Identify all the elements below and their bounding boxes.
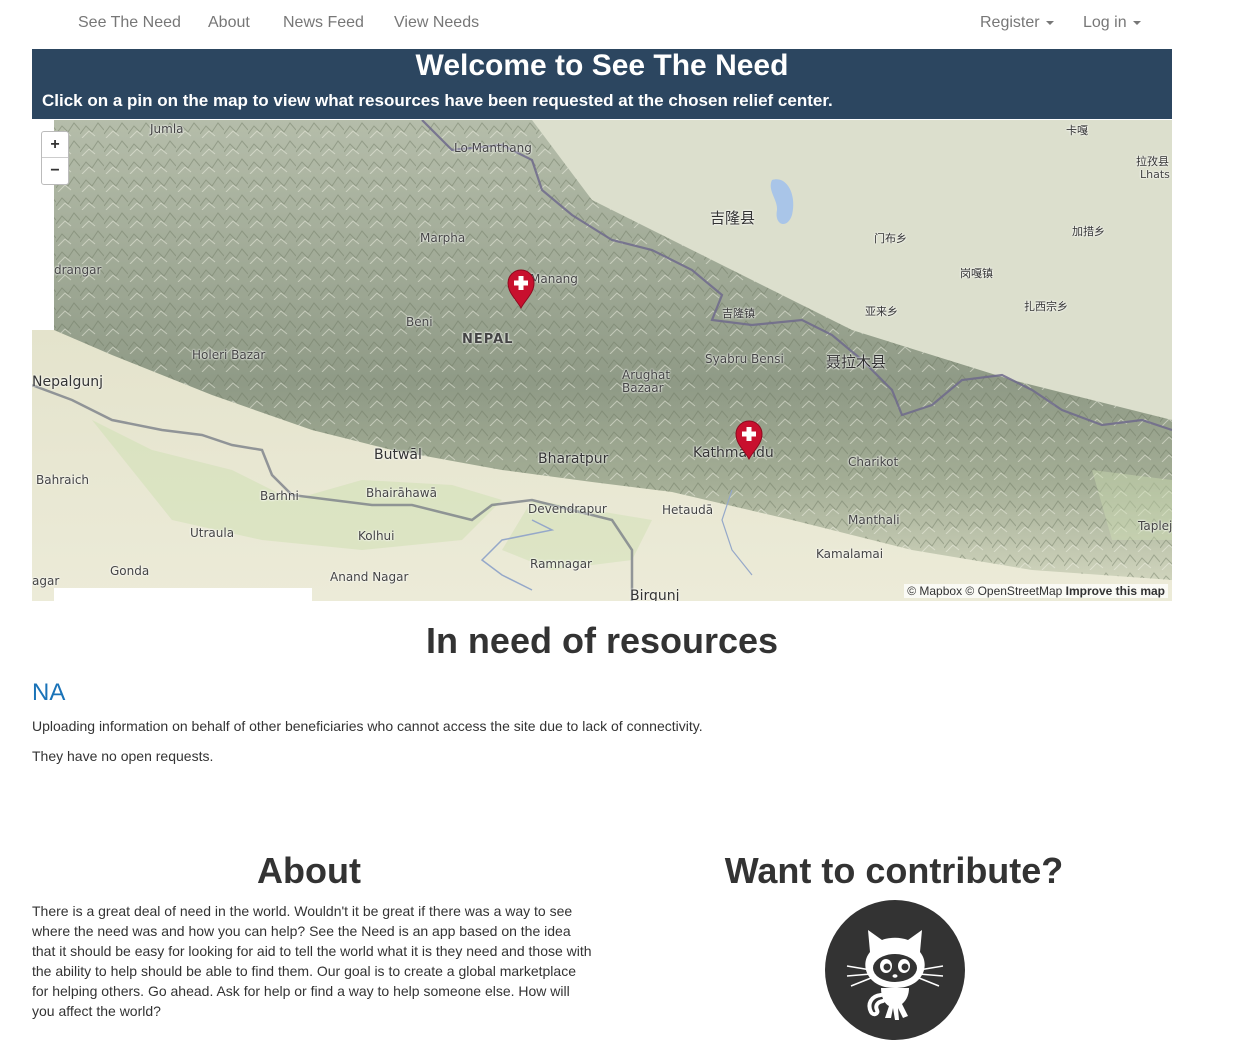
map-label-gonda: Gonda — [110, 564, 150, 578]
about-title: About — [257, 850, 361, 891]
map-label-utraula: Utraula — [190, 526, 235, 540]
map-label-dranagar: drangar — [54, 263, 102, 277]
register-label: Register — [980, 14, 1040, 31]
map-label-charikot: Charikot — [848, 455, 899, 469]
nav-news-feed[interactable]: News Feed — [283, 14, 364, 32]
map-label-lhats: Lhats — [1140, 168, 1170, 181]
about-text: There is a great deal of need in the wor… — [32, 903, 592, 1019]
improve-map-link[interactable]: Improve this map — [1066, 584, 1165, 598]
map-pin-icon — [507, 269, 535, 309]
map-label-devendrapur: Devendrapur — [528, 502, 607, 516]
github-octocat-icon — [846, 930, 944, 1020]
attribution-text: © Mapbox © OpenStreetMap — [907, 584, 1063, 598]
map-label-nielamu: 聂拉木县 — [826, 353, 887, 371]
map-label-beni: Beni — [406, 315, 433, 329]
map-pin-icon — [735, 420, 763, 460]
open-requests-status: They have no open requests. — [32, 748, 214, 764]
nav-view-needs[interactable]: View Needs — [394, 14, 479, 32]
map-label-zhaxi: 扎西宗乡 — [1024, 300, 1068, 313]
relief-map[interactable]: Jumla Lo Manthang Marpha drangar Manang … — [32, 120, 1172, 601]
relief-center-description: Uploading information on behalf of other… — [32, 718, 703, 734]
caret-down-icon — [1045, 20, 1054, 25]
map-label-manthali: Manthali — [848, 513, 900, 527]
map-label-barhni: Barhni — [260, 489, 299, 503]
map-label-hetauda: Hetaudā — [662, 503, 714, 517]
navbar: See The Need About News Feed View Needs … — [0, 0, 1240, 48]
map-label-manang: Manang — [530, 272, 578, 286]
map-label-bharatpur: Bharatpur — [538, 451, 609, 467]
map-label-jiacuo: 加措乡 — [1072, 225, 1105, 238]
banner-title: Welcome to See The Need — [415, 49, 789, 82]
login-dropdown[interactable]: Log in — [1083, 14, 1141, 32]
map-label-kolhui: Kolhui — [358, 529, 395, 543]
zoom-out-button[interactable]: − — [42, 158, 68, 184]
zoom-in-button[interactable]: + — [42, 132, 68, 158]
map-label-agar: agar — [32, 574, 60, 588]
map-label-bahraich: Bahraich — [36, 473, 90, 487]
contribute-title: Want to contribute? — [724, 850, 1064, 891]
map-label-nepalgunj: Nepalgunj — [32, 374, 103, 390]
map-label-yaping: 亚来乡 — [865, 305, 898, 318]
map-label-bhairahawa: Bhairāhawā — [366, 486, 437, 500]
caret-down-icon — [1132, 20, 1141, 25]
register-dropdown[interactable]: Register — [980, 14, 1054, 32]
map-attribution: © Mapbox © OpenStreetMap Improve this ma… — [904, 584, 1168, 598]
relief-center-pin[interactable] — [734, 420, 764, 460]
map-label-syabru-bensi: Syabru Bensi — [705, 352, 784, 366]
map-label-butwal: Butwāl — [374, 447, 422, 463]
map-label-jumla: Jumla — [150, 122, 184, 136]
relief-center-pin[interactable] — [506, 269, 536, 309]
map-label-anand-nagar: Anand Nagar — [330, 570, 409, 584]
map-label-ramnagar: Ramnagar — [530, 557, 592, 571]
map-label-taplej: Taplej — [1138, 519, 1172, 533]
nav-about[interactable]: About — [208, 14, 250, 32]
resources-title: In need of resources — [425, 620, 779, 661]
map-label-gangga: 岗嘎镇 — [960, 267, 993, 280]
banner-subtitle: Click on a pin on the map to view what r… — [42, 91, 833, 110]
github-link[interactable] — [825, 900, 965, 1040]
map-label-jilongzhen: 吉隆镇 — [722, 307, 755, 320]
map-label-lo-manthang: Lo Manthang — [454, 141, 532, 155]
map-label-menbu: 门布乡 — [874, 232, 907, 245]
map-label-arughat: Arughat Bazaar — [622, 368, 671, 395]
map-label-nepal: NEPAL — [462, 332, 514, 347]
map-label-kamalamai: Kamalamai — [816, 547, 884, 561]
zoom-control: + − — [41, 131, 69, 185]
login-label: Log in — [1083, 14, 1127, 31]
map-label-marpha: Marpha — [420, 231, 466, 245]
map-label-lazi: 拉孜县 — [1136, 155, 1169, 168]
brand-link[interactable]: See The Need — [78, 14, 181, 32]
welcome-banner: Welcome to See The Need Click on a pin o… — [32, 49, 1172, 119]
map-label-birgunj: Birgunj — [630, 588, 680, 601]
map-label-kaga: 卡嘎 — [1066, 124, 1088, 137]
map-label-jilong: 吉隆县 — [710, 209, 756, 227]
map-label-holeri-bazar: Holeri Bazar — [192, 348, 266, 362]
relief-center-name-link[interactable]: NA — [32, 679, 65, 707]
